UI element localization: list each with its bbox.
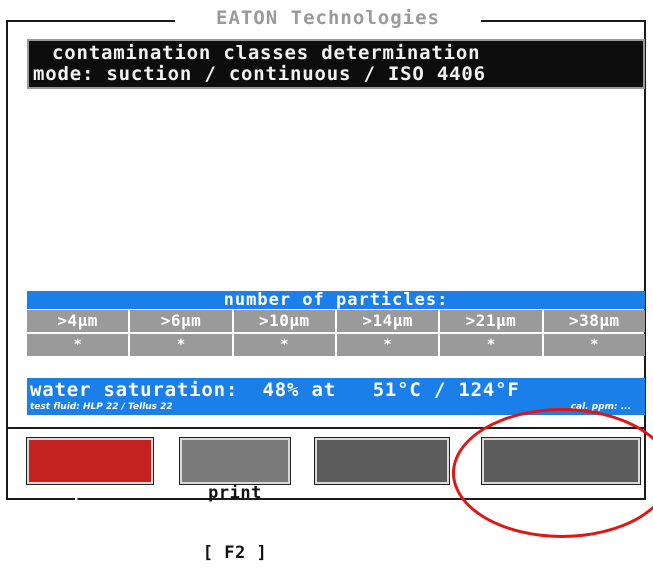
header-title: contamination classes determination — [52, 42, 481, 64]
button-bar-divider — [6, 427, 646, 429]
frame-title: EATON Technologies — [175, 6, 481, 30]
quit-button-key: [ ESC ] — [52, 543, 128, 563]
particle-size-label: >14µm — [336, 310, 441, 332]
water-saturation-panel: water saturation: 48% at 51°C / 124°F te… — [27, 378, 645, 415]
particle-size-label: >10µm — [233, 310, 337, 332]
calibration-label: cal. ppm: ... — [570, 402, 631, 412]
particle-count-value: * — [440, 334, 544, 356]
new-start-button-key: [ ENTER ] — [512, 543, 610, 563]
new-start-button-label: new start — [512, 483, 610, 503]
particle-count-value: * — [336, 334, 441, 356]
particles-title: number of particles: — [27, 291, 645, 309]
header-mode: mode: suction / continuous / ISO 4406 — [33, 63, 486, 85]
particle-size-label: >4µm — [27, 310, 131, 332]
print-button-label: print — [208, 483, 262, 503]
particle-size-labels: >4µm >6µm >10µm >14µm >21µm >38µm — [27, 310, 645, 332]
continue-button-key: [ F1 ] — [349, 543, 415, 563]
particle-size-label: >21µm — [440, 310, 544, 332]
print-button-key: [ F2 ] — [202, 543, 268, 563]
particle-count-values: * * * * * * — [27, 334, 645, 356]
test-fluid-label: test fluid: HLP 22 / Tellus 22 — [30, 402, 173, 412]
quit-button[interactable]: quit [ ESC ] — [26, 437, 154, 563]
continue-button-label: continue — [339, 483, 425, 503]
particle-count-value: * — [130, 334, 234, 356]
water-saturation-readout: water saturation: 48% at 51°C / 124°F — [30, 379, 520, 401]
print-button[interactable]: print [ F2 ] — [179, 437, 291, 563]
new-start-button[interactable]: new start [ ENTER ] — [481, 437, 641, 563]
particle-size-label: >6µm — [130, 310, 234, 332]
particle-size-label: >38µm — [543, 310, 645, 332]
particle-count-value: * — [543, 334, 645, 356]
continue-button[interactable]: continue [ F1 ] — [314, 437, 450, 563]
particle-count-value: * — [27, 334, 131, 356]
header-panel: contamination classes determination mode:… — [27, 39, 645, 89]
particle-count-value: * — [233, 334, 337, 356]
quit-button-label: quit — [68, 483, 112, 503]
